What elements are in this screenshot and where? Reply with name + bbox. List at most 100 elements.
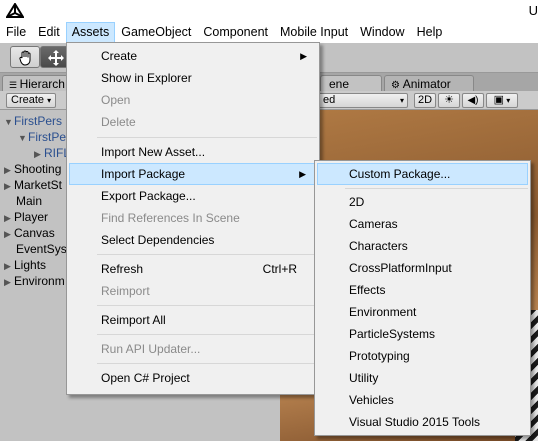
scene-audio-button[interactable]: ◀): [462, 93, 484, 108]
hierarchy-item[interactable]: ▶ Player: [4, 210, 48, 226]
menu-separator: [97, 305, 317, 306]
tab-animator[interactable]: ⚙ Animator: [384, 75, 474, 91]
menu-item-reimport[interactable]: Reimport: [69, 280, 317, 302]
menu-item-prototyping[interactable]: Prototyping: [317, 345, 528, 367]
hierarchy-item[interactable]: ▼FirstPer: [18, 130, 70, 146]
tab-scene[interactable]: ene: [320, 75, 382, 91]
menu-item-label: Import Package: [101, 167, 186, 181]
submenu-arrow-icon: ▶: [299, 169, 306, 179]
menu-item-delete[interactable]: Delete: [69, 111, 317, 133]
submenu-arrow-icon: ▶: [300, 51, 307, 61]
menu-item-open[interactable]: Open: [69, 89, 317, 111]
menu-item-label: ParticleSystems: [349, 327, 436, 341]
menu-item-effects[interactable]: Effects: [317, 279, 528, 301]
menu-item-label: Select Dependencies: [101, 233, 215, 247]
menu-item-label: Characters: [349, 239, 408, 253]
tab-animator-label: Animator: [402, 77, 451, 91]
hierarchy-item[interactable]: Main: [16, 194, 42, 210]
animator-tab-icon: ⚙: [391, 80, 403, 91]
hierarchy-item-label: Canvas: [14, 226, 55, 240]
unity-logo-icon: [6, 3, 24, 18]
menu-item-label: CrossPlatformInput: [349, 261, 452, 275]
hierarchy-item[interactable]: ▶ Shooting: [4, 162, 61, 178]
menu-item-cameras[interactable]: Cameras: [317, 213, 528, 235]
menu-item-label: Export Package...: [101, 189, 196, 203]
menu-item-reimport-all[interactable]: Reimport All: [69, 309, 317, 331]
menu-item-custom-package[interactable]: Custom Package...: [317, 163, 528, 185]
menu-item-find-references[interactable]: Find References In Scene: [69, 207, 317, 229]
hierarchy-item-label: MarketSt: [14, 178, 63, 192]
tab-hierarchy-label: Hierarch: [19, 77, 65, 91]
menu-item-environment[interactable]: Environment: [317, 301, 528, 323]
menu-item-create[interactable]: Create ▶: [69, 45, 317, 67]
assets-menu: Create ▶ Show in Explorer Open Delete Im…: [66, 42, 320, 395]
hierarchy-item-label: Environm: [14, 274, 65, 288]
menu-item-label: Open: [101, 93, 131, 107]
hierarchy-item[interactable]: ▶ Environm: [4, 274, 65, 290]
2d-toggle-button[interactable]: 2D: [414, 93, 436, 108]
menu-item-vehicles[interactable]: Vehicles: [317, 389, 528, 411]
collapsed-arrow-icon: ▶: [4, 229, 11, 239]
collapsed-arrow-icon: ▶: [34, 149, 41, 159]
hierarchy-item[interactable]: ▶ Canvas: [4, 226, 55, 242]
scene-effects-dropdown[interactable]: ▣ ▾: [486, 93, 518, 108]
menu-item-utility[interactable]: Utility: [317, 367, 528, 389]
collapsed-arrow-icon: ▶: [4, 261, 11, 271]
shading-mode-label: ed: [323, 94, 336, 106]
hierarchy-item[interactable]: ▼FirstPers: [4, 114, 62, 130]
menu-item-label: Reimport All: [101, 313, 166, 327]
menu-item-show-in-explorer[interactable]: Show in Explorer: [69, 67, 317, 89]
scene-lighting-button[interactable]: ☀: [438, 93, 460, 108]
hierarchy-item[interactable]: ▶ MarketSt: [4, 178, 62, 194]
expanded-arrow-icon: ▼: [4, 117, 13, 127]
title-bar: U: [0, 0, 538, 22]
menu-edit[interactable]: Edit: [32, 22, 66, 43]
menu-item-label: Show in Explorer: [101, 71, 192, 85]
hierarchy-item[interactable]: ▶ RIFL: [34, 146, 70, 162]
menu-component[interactable]: Component: [197, 22, 274, 43]
menu-file[interactable]: File: [0, 22, 32, 43]
menu-item-label: Effects: [349, 283, 386, 297]
menu-item-characters[interactable]: Characters: [317, 235, 528, 257]
menu-item-open-csharp-project[interactable]: Open C# Project: [69, 367, 317, 389]
hierarchy-item[interactable]: ▶ Lights: [4, 258, 46, 274]
hierarchy-create-dropdown[interactable]: Create ▾: [6, 93, 57, 108]
menu-mobile-input[interactable]: Mobile Input: [274, 22, 354, 43]
collapsed-arrow-icon: ▶: [4, 165, 11, 175]
menu-gameobject[interactable]: GameObject: [115, 22, 197, 43]
hierarchy-item-label: Shooting: [14, 162, 62, 176]
menu-separator: [97, 363, 317, 364]
menu-item-refresh[interactable]: Refresh Ctrl+R: [69, 258, 317, 280]
menu-item-label: Create: [101, 49, 138, 63]
menu-item-2d[interactable]: 2D: [317, 191, 528, 213]
collapsed-arrow-icon: ▶: [4, 181, 11, 191]
menu-separator: [97, 137, 317, 138]
hierarchy-item-label: FirstPer: [28, 130, 70, 144]
collapsed-arrow-icon: ▶: [4, 213, 11, 223]
hierarchy-item-label: Main: [16, 194, 43, 208]
menu-item-import-new-asset[interactable]: Import New Asset...: [69, 141, 317, 163]
menu-item-particlesystems[interactable]: ParticleSystems: [317, 323, 528, 345]
menu-window[interactable]: Window: [354, 22, 410, 43]
hierarchy-item[interactable]: EventSys: [16, 242, 67, 258]
menu-item-select-dependencies[interactable]: Select Dependencies: [69, 229, 317, 251]
image-icon: ▣: [493, 94, 505, 106]
menu-assets[interactable]: Assets: [65, 22, 116, 43]
menu-item-run-api-updater[interactable]: Run API Updater...: [69, 338, 317, 360]
menu-item-label: Reimport: [101, 284, 150, 298]
import-package-submenu: Custom Package... 2D Cameras Characters …: [314, 160, 531, 436]
menu-item-label: Visual Studio 2015 Tools: [349, 415, 480, 429]
menu-item-crossplatforminput[interactable]: CrossPlatformInput: [317, 257, 528, 279]
tab-hierarchy[interactable]: ☰ Hierarch: [2, 75, 70, 91]
menu-item-label: Run API Updater...: [101, 342, 201, 356]
menu-item-visual-studio-tools[interactable]: Visual Studio 2015 Tools: [317, 411, 528, 433]
hand-tool-button[interactable]: [10, 46, 40, 68]
menu-item-import-package[interactable]: Import Package ▶: [69, 163, 317, 185]
menu-item-export-package[interactable]: Export Package...: [69, 185, 317, 207]
window-title: U: [528, 3, 538, 18]
2d-toggle-label: 2D: [417, 94, 433, 106]
menu-item-label: Open C# Project: [101, 371, 190, 385]
menu-help[interactable]: Help: [411, 22, 449, 43]
chevron-down-icon: ▾: [504, 96, 511, 105]
menu-item-label: Custom Package...: [349, 167, 451, 181]
